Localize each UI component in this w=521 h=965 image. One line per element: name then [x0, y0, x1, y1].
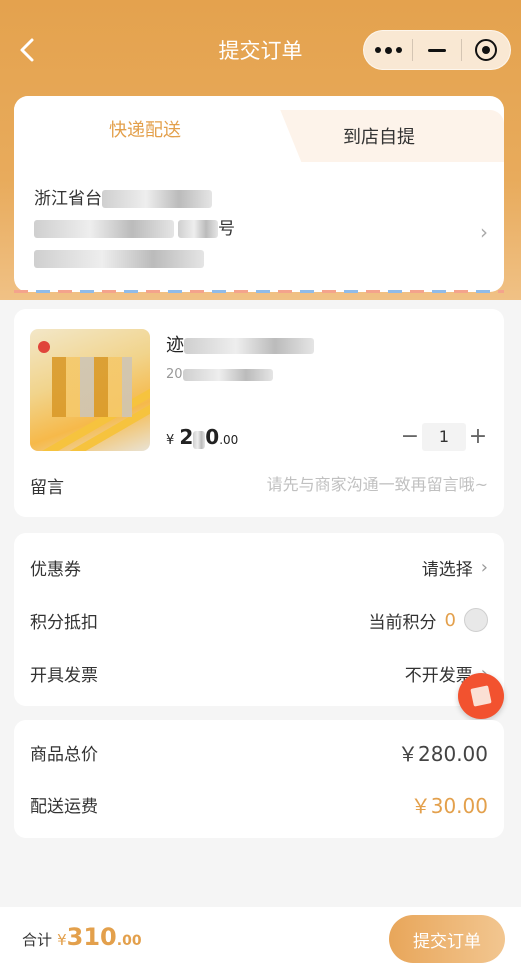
- address-text: 浙江省台: [34, 189, 102, 209]
- total-decimal: .00: [116, 933, 142, 949]
- close-target-icon[interactable]: [462, 30, 510, 70]
- product-price: ¥ 2 0.00: [166, 425, 239, 449]
- address-text: 号: [218, 219, 235, 239]
- address-line-3: [34, 244, 454, 274]
- shipping-label: 配送运费: [30, 797, 98, 817]
- points-label: 积分抵扣: [30, 612, 98, 633]
- coupon-label: 优惠券: [30, 559, 81, 580]
- goods-total-label: 商品总价: [30, 745, 98, 765]
- address-line-1: 浙江省台: [34, 184, 454, 214]
- points-info: 当前积分 0: [369, 608, 488, 633]
- chevron-right-icon: ›: [480, 556, 488, 578]
- note-label: 留言: [30, 478, 64, 498]
- redacted-text: [34, 220, 174, 238]
- quantity-stepper: − 1 +: [398, 423, 490, 451]
- redacted-text: [102, 190, 212, 208]
- minimize-icon[interactable]: [413, 30, 461, 70]
- product-card: 迹 20 ¥ 2 0.00 − 1 + 留言: [14, 309, 504, 517]
- total-symbol: ¥: [57, 931, 67, 949]
- delivery-card: 到店自提 快递配送 浙江省台 号 ›: [14, 96, 504, 292]
- coupon-row[interactable]: 优惠券 请选择 ›: [30, 547, 488, 587]
- chevron-right-icon[interactable]: ›: [480, 220, 488, 244]
- points-row: 积分抵扣 当前积分 0: [30, 600, 488, 640]
- shipping-row: 配送运费 ￥30.00: [30, 790, 488, 819]
- increase-button[interactable]: +: [466, 424, 490, 450]
- product-spec: 20: [166, 367, 273, 382]
- goods-total-value: ￥280.00: [398, 742, 488, 766]
- cube-float-icon[interactable]: [458, 673, 504, 719]
- note-input[interactable]: [174, 470, 488, 498]
- coupon-value: 请选择: [421, 559, 473, 580]
- envelope-stripe: [14, 290, 504, 293]
- coupon-select[interactable]: 请选择 ›: [422, 555, 488, 580]
- address-block[interactable]: 浙江省台 号: [34, 184, 454, 274]
- options-card: 优惠券 请选择 › 积分抵扣 当前积分 0 开具发票 不开发票 ›: [14, 533, 504, 706]
- total-label: 合计: [22, 931, 53, 949]
- points-value: 0: [444, 609, 456, 631]
- quantity-value[interactable]: 1: [422, 423, 466, 451]
- redacted-text: [178, 220, 218, 238]
- mini-program-capsule: [363, 30, 511, 70]
- decrease-button[interactable]: −: [398, 424, 422, 450]
- summary-card: 商品总价 ￥280.00 配送运费 ￥30.00: [14, 720, 504, 838]
- total-integer: 310: [66, 923, 117, 951]
- more-dots-icon[interactable]: [364, 30, 412, 70]
- redacted-text: [34, 250, 204, 268]
- tab-express-delivery[interactable]: 快递配送: [14, 96, 276, 162]
- invoice-label: 开具发票: [30, 665, 98, 686]
- tab-label: 到店自提: [343, 127, 415, 148]
- goods-total-row: 商品总价 ￥280.00: [30, 738, 488, 767]
- product-image[interactable]: [30, 329, 150, 451]
- order-total: 合计 ¥310.00: [22, 923, 142, 951]
- points-text: 当前积分: [368, 612, 437, 633]
- product-name: 迹: [166, 331, 314, 357]
- submit-order-button[interactable]: 提交订单: [389, 915, 505, 963]
- address-line-2: 号: [34, 214, 454, 244]
- tab-label: 快递配送: [109, 120, 181, 141]
- invoice-row[interactable]: 开具发票 不开发票 ›: [30, 653, 488, 693]
- points-radio[interactable]: [464, 608, 488, 632]
- navigation-bar: 提交订单: [0, 0, 521, 100]
- bottom-bar: 合计 ¥310.00 提交订单: [0, 907, 521, 965]
- shipping-value: ￥30.00: [410, 794, 488, 818]
